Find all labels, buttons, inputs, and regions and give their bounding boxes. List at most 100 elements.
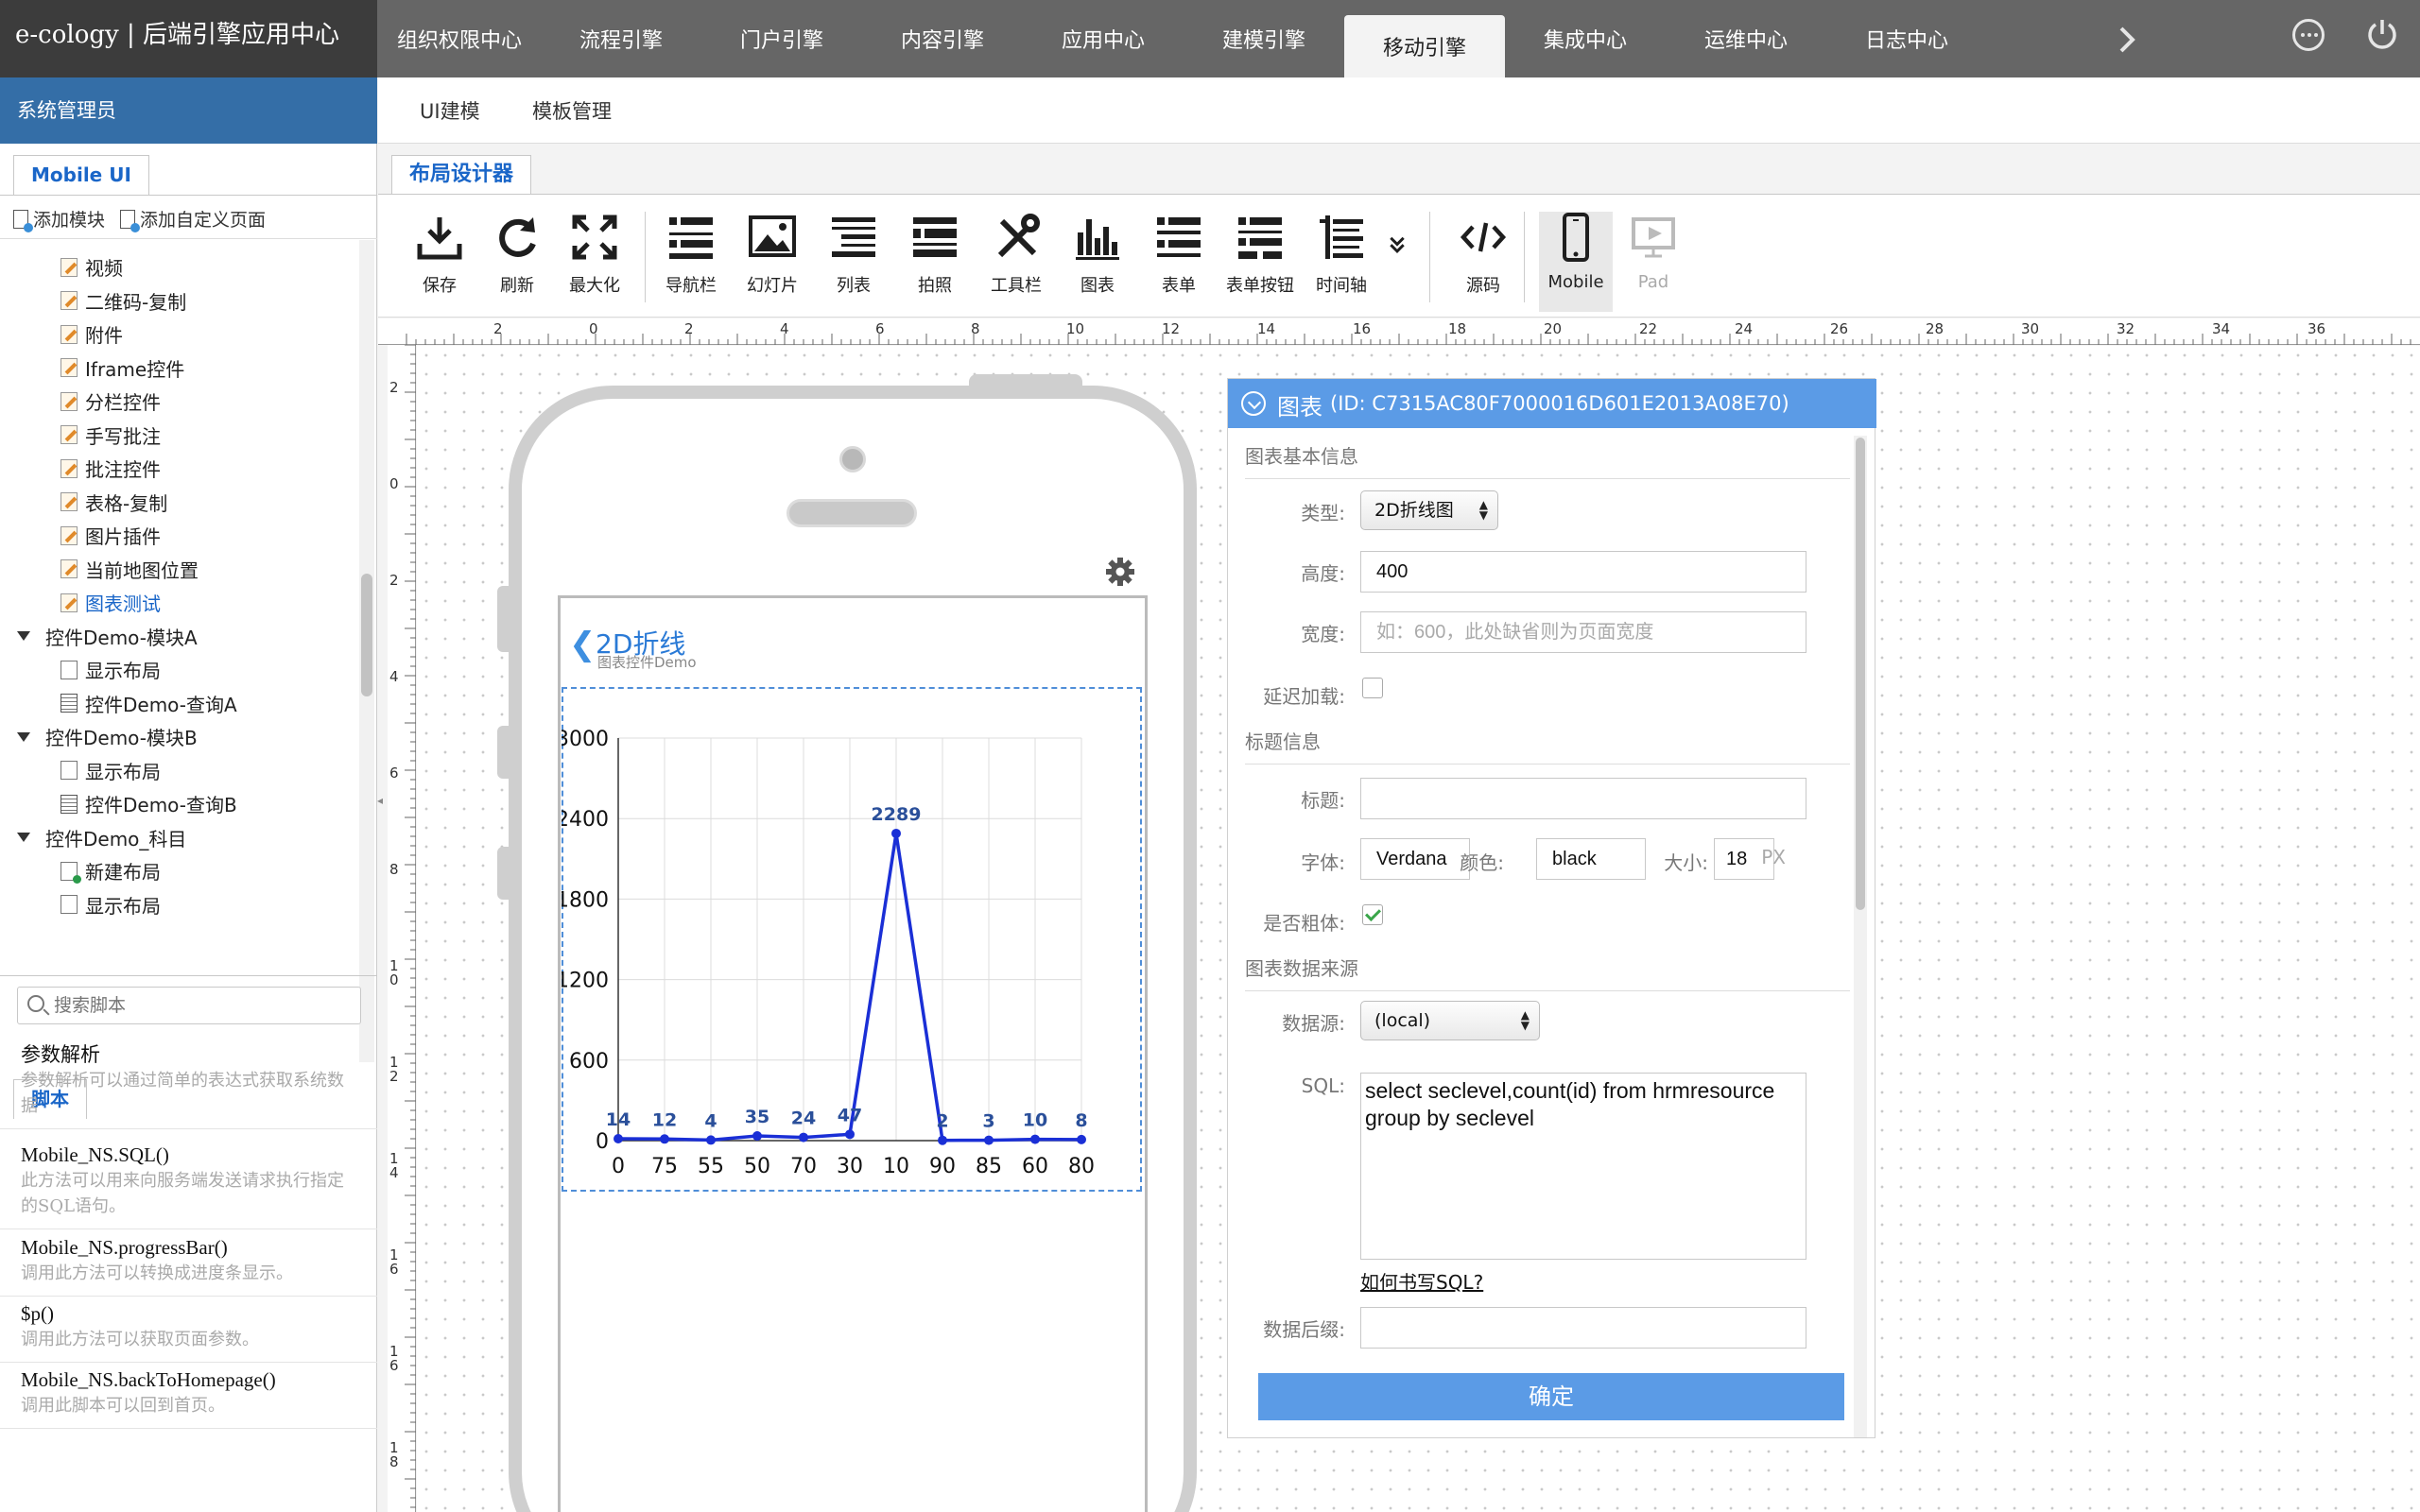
- toolbar-button-form[interactable]: 表单: [1142, 212, 1216, 312]
- more-dots-icon[interactable]: [2292, 19, 2325, 51]
- toolbar-button-mobile[interactable]: Mobile: [1539, 212, 1613, 312]
- nav-tab[interactable]: 建模引擎: [1184, 0, 1344, 77]
- nav-tab[interactable]: 集成中心: [1505, 0, 1666, 77]
- color-input[interactable]: black: [1536, 838, 1646, 880]
- tree-item[interactable]: 控件Demo-查询A: [60, 690, 237, 717]
- title-input[interactable]: [1360, 778, 1806, 819]
- tree-item[interactable]: Iframe控件: [60, 354, 184, 382]
- datasource-select[interactable]: (local) ▲ ▼: [1360, 1001, 1540, 1040]
- tab-mobile-ui[interactable]: Mobile UI: [13, 155, 149, 195]
- confirm-button[interactable]: 确定: [1258, 1373, 1844, 1420]
- tree-item[interactable]: 显示布局: [60, 656, 161, 683]
- tab-template-management[interactable]: 模板管理: [532, 96, 612, 125]
- tree-item[interactable]: 控件Demo-模块A: [17, 623, 198, 650]
- toolbar-button-save-download[interactable]: 保存: [403, 212, 476, 312]
- script-item[interactable]: 参数解析 参数解析可以通过简单的表达式获取系统数据: [0, 1034, 377, 1129]
- toolbar-button-chart[interactable]: 图表: [1061, 212, 1134, 312]
- expand-triangle-icon[interactable]: [17, 833, 30, 842]
- power-icon[interactable]: [2365, 17, 2399, 51]
- toolbar-button-navbar[interactable]: 导航栏: [654, 212, 728, 312]
- back-chevron-icon[interactable]: ❮: [569, 626, 596, 663]
- toolbar-button-source-code[interactable]: 源码: [1446, 212, 1520, 312]
- height-input[interactable]: 400: [1360, 551, 1806, 593]
- tree-item[interactable]: 批注控件: [60, 455, 161, 482]
- tree-item[interactable]: 附件: [60, 320, 123, 348]
- panel-scrollbar-thumb[interactable]: [1856, 438, 1865, 910]
- ruler-label: 6: [875, 320, 885, 337]
- toolbar-button-double-chevron-down[interactable]: [1378, 212, 1416, 312]
- toolbar-button-slideshow[interactable]: 幻灯片: [735, 212, 809, 312]
- nav-tab[interactable]: 运维中心: [1666, 0, 1826, 77]
- gear-icon[interactable]: [1104, 556, 1136, 588]
- lazy-load-checkbox[interactable]: [1362, 678, 1383, 698]
- tree-item[interactable]: 控件Demo_科目: [17, 824, 186, 851]
- toolbar-button-list[interactable]: 列表: [817, 212, 890, 312]
- tab-layout-designer[interactable]: 布局设计器: [391, 155, 532, 195]
- collapse-circle-icon[interactable]: [1241, 391, 1266, 416]
- toolbar-button-tools[interactable]: 工具栏: [979, 212, 1053, 312]
- tree-item[interactable]: 控件Demo-模块B: [17, 723, 198, 750]
- toolbar-button-maximize[interactable]: 最大化: [558, 212, 631, 312]
- tree-item-label: 图表测试: [85, 593, 161, 615]
- ruler-label: 24: [1735, 320, 1754, 337]
- sql-textarea[interactable]: select seclevel,count(id) from hrmresour…: [1360, 1073, 1806, 1260]
- tree-item[interactable]: 图表测试: [60, 589, 161, 616]
- tree-item[interactable]: 当前地图位置: [60, 556, 199, 583]
- chart-type-select[interactable]: 2D折线图 ▲ ▼: [1360, 490, 1498, 530]
- script-title: Mobile_NS.SQL(): [21, 1143, 169, 1166]
- nav-tab[interactable]: 移动引擎: [1344, 15, 1505, 77]
- source-code-icon: [1460, 222, 1507, 252]
- add-custom-page-button[interactable]: 添加自定义页面: [120, 206, 266, 232]
- script-search-input[interactable]: [54, 991, 356, 1020]
- width-label: 宽度:: [1301, 623, 1345, 645]
- tree-item[interactable]: 控件Demo-查询B: [60, 790, 237, 817]
- width-input[interactable]: 如：600，此处缺省则为页面宽度: [1360, 611, 1806, 653]
- tree-item[interactable]: 视频: [60, 253, 123, 281]
- collapse-left-handle[interactable]: ◂: [377, 794, 385, 813]
- nav-tab[interactable]: 日志中心: [1826, 0, 1987, 77]
- nav-tab[interactable]: 内容引擎: [862, 0, 1023, 77]
- tree-item[interactable]: 二维码-复制: [60, 287, 186, 315]
- script-item[interactable]: $p() 调用此方法可以获取页面参数。: [0, 1293, 377, 1363]
- tab-ui-modeling[interactable]: UI建模: [420, 96, 480, 125]
- ruler-label: 36: [2308, 320, 2326, 337]
- toolbar-button-label: 工具栏: [991, 276, 1042, 296]
- lazy-load-label: 延迟加载:: [1263, 685, 1345, 708]
- nav-tab[interactable]: 流程引擎: [541, 0, 701, 77]
- script-search[interactable]: [17, 987, 361, 1024]
- maximize-icon: [572, 215, 617, 260]
- expand-triangle-icon[interactable]: [17, 731, 30, 742]
- script-item[interactable]: Mobile_NS.SQL() 此方法可以用来向服务端发送请求执行指定的SQL语句…: [0, 1134, 377, 1229]
- script-item[interactable]: Mobile_NS.progressBar() 调用此方法可以转换成进度条显示。: [0, 1227, 377, 1297]
- sub-nav: UI建模 模板管理: [378, 77, 2420, 144]
- tree-item[interactable]: 显示布局: [60, 757, 161, 784]
- edit-page-icon: [60, 391, 78, 411]
- chevron-right-icon[interactable]: [2110, 23, 2144, 57]
- chart-y-tick-label: 1200: [562, 970, 609, 993]
- nav-tab[interactable]: 应用中心: [1023, 0, 1184, 77]
- tree-item-label: 图片插件: [85, 525, 161, 548]
- toolbar-button-pad[interactable]: Pad: [1616, 212, 1690, 312]
- tree-item[interactable]: 图片插件: [60, 522, 161, 549]
- sql-help-link[interactable]: 如何书写SQL?: [1360, 1267, 1483, 1295]
- toolbar-button-refresh[interactable]: 刷新: [480, 212, 554, 312]
- tree-scrollbar-thumb[interactable]: [361, 574, 372, 696]
- bold-checkbox[interactable]: [1362, 904, 1383, 925]
- suffix-input[interactable]: [1360, 1307, 1806, 1349]
- tree-item[interactable]: 新建布局: [60, 857, 161, 885]
- tree-item[interactable]: 分栏控件: [60, 387, 161, 415]
- script-item[interactable]: Mobile_NS.backToHomepage() 调用此脚本可以回到首页。: [0, 1359, 377, 1429]
- tree-item[interactable]: 显示布局: [60, 891, 161, 919]
- toolbar-button-timeline[interactable]: 时间轴: [1305, 212, 1378, 312]
- tree-item[interactable]: 表格-复制: [60, 489, 167, 516]
- add-module-button[interactable]: 添加模块: [13, 206, 105, 232]
- toolbar-button-photo[interactable]: 拍照: [898, 212, 972, 312]
- nav-tab[interactable]: 门户引擎: [701, 0, 862, 77]
- ruler-label: 4: [389, 668, 399, 685]
- tree-item[interactable]: 手写批注: [60, 421, 161, 449]
- toolbar-button-form-button[interactable]: 表单按钮: [1223, 212, 1297, 312]
- nav-tab[interactable]: 组织权限中心: [378, 0, 541, 77]
- ruler-horizontal: 2 0 2 4 6 8 10 12 14 16 18 20 22 24 26 28 30 32 34 36: [378, 318, 2420, 345]
- expand-triangle-icon[interactable]: [17, 631, 30, 641]
- title-label: 标题:: [1301, 789, 1345, 812]
